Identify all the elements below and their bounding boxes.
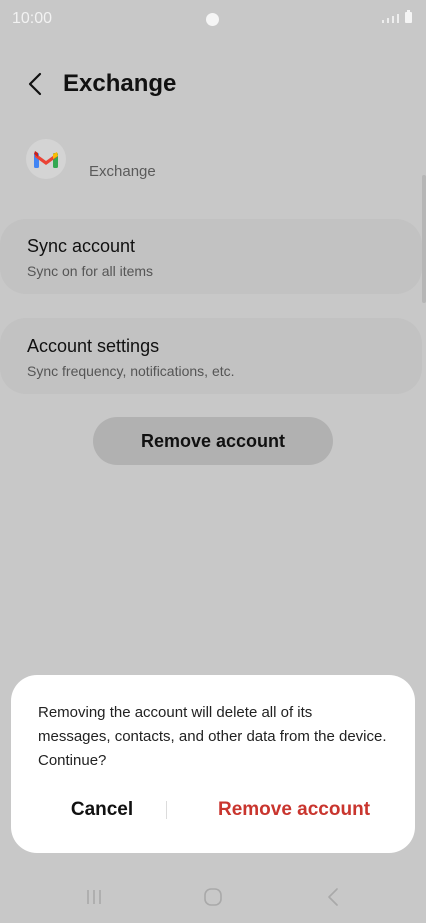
dialog-message: Removing the account will delete all of … [38,704,387,769]
sync-account-subtitle: Sync on for all items [27,263,154,279]
home-button[interactable] [193,882,233,912]
sync-account-title: Sync account [27,236,136,256]
sync-account-card[interactable]: Sync account Sync on for all items [0,219,422,294]
confirm-remove-button[interactable]: Remove account [191,793,397,827]
recent-apps-button[interactable] [74,882,114,912]
signal-icon [382,10,412,23]
cancel-button[interactable]: Cancel [51,793,153,827]
remove-account-button[interactable]: Remove account [93,417,333,465]
header: Exchange [0,60,426,110]
dialog-divider [166,801,167,819]
account-row: Exchange [0,135,426,195]
gmail-icon [26,139,66,179]
nav-back-button[interactable] [313,882,353,912]
scroll-indicator[interactable] [422,175,426,303]
battery-icon [405,10,412,23]
navigation-bar [0,870,426,923]
status-bar: 10:00 [0,0,426,40]
back-button[interactable] [20,66,50,102]
back-icon [328,888,338,906]
status-time: 10:00 [12,10,53,27]
account-name: Exchange [89,163,156,180]
confirm-dialog: Removing the account will delete all of … [11,675,415,853]
account-settings-subtitle: Sync frequency, notifications, etc. [27,363,235,379]
account-settings-title: Account settings [27,336,160,356]
page-title: Exchange [63,70,177,97]
chevron-left-icon [28,72,42,96]
recent-apps-icon [87,890,101,904]
account-settings-card[interactable]: Account settings Sync frequency, notific… [0,318,422,394]
camera-dot [206,13,219,26]
home-icon [204,888,222,906]
